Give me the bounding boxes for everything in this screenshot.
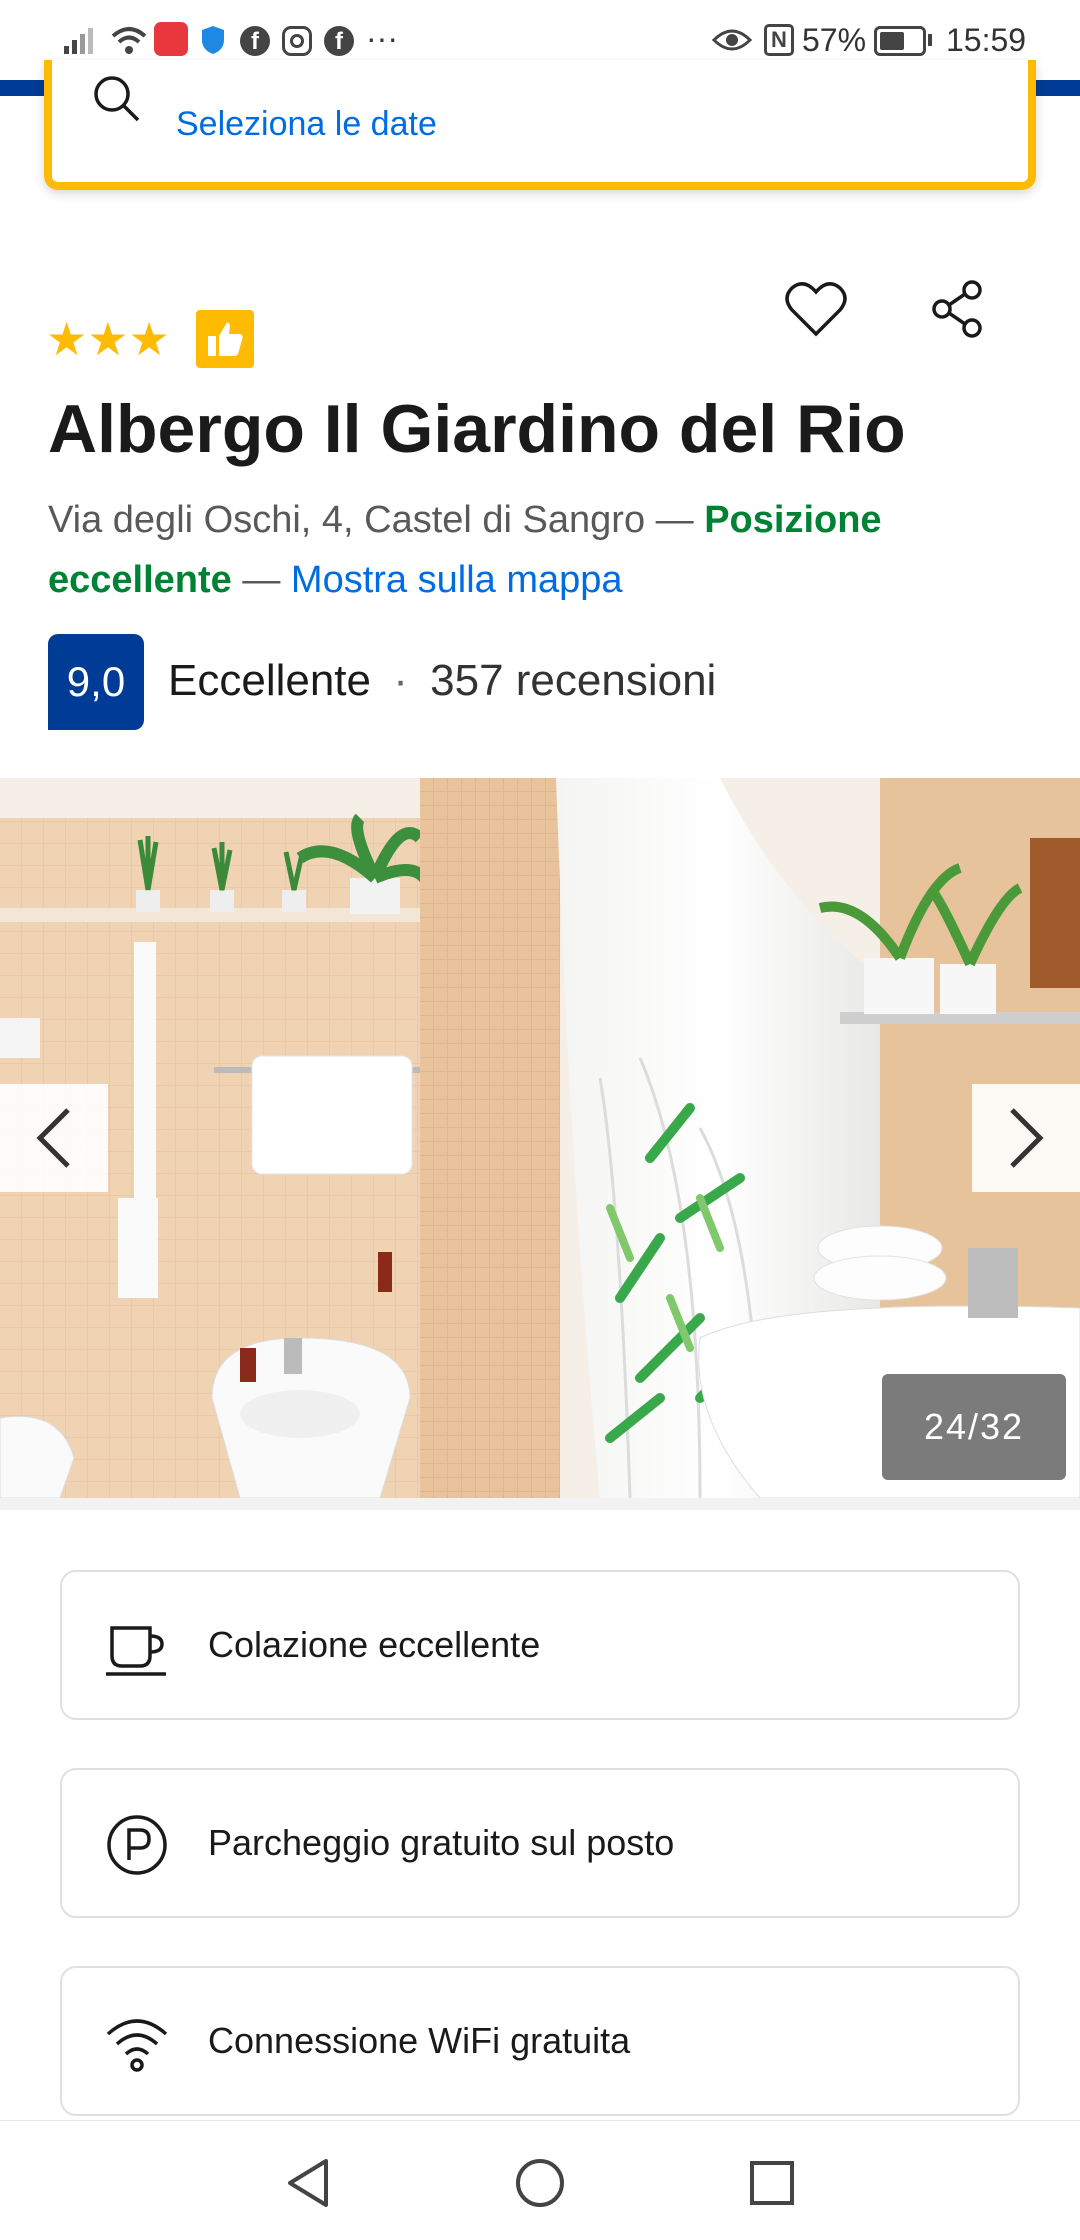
chevron-right-icon [1010,1108,1044,1168]
divider [0,1498,1080,1510]
previous-photo-button[interactable] [0,1084,108,1192]
eye-icon [712,29,752,51]
huawei-app-icon [154,22,188,56]
coffee-cup-icon [106,1626,166,1676]
instagram-icon [282,26,312,56]
system-navigation-bar [0,2120,1080,2240]
wifi-status-icon [111,27,147,54]
dot-separator: · [393,656,408,705]
more-notifications: ··· [366,20,398,56]
recent-apps-icon[interactable] [748,2159,796,2207]
next-photo-button[interactable] [972,1084,1080,1192]
hotel-photo-gallery[interactable]: 24/32 [0,778,1080,1498]
review-score-badge: 9,0 [48,634,144,730]
back-icon[interactable] [284,2157,332,2209]
separator: — [655,499,694,541]
battery-icon [874,26,926,56]
heart-icon[interactable] [784,280,848,340]
share-icon[interactable] [928,278,990,340]
hotel-address: Via degli Oschi, 4, Castel di Sangro [48,499,646,541]
facility-label: Colazione eccellente [208,1624,541,1665]
score-label: Eccellente [168,656,372,705]
facility-card[interactable]: Colazione eccellente [60,1570,1020,1720]
facility-label: Parcheggio gratuito sul posto [208,1822,675,1863]
parking-icon [107,1815,167,1875]
star-icon: ★ [128,313,170,365]
show-on-map-link[interactable]: Mostra sulla mappa [291,559,623,601]
separator: — [242,559,281,601]
facility-label: Connessione WiFi gratuita [208,2020,631,2061]
facility-card[interactable]: Connessione WiFi gratuita [60,1966,1020,2116]
facebook-icon: f [324,26,354,56]
review-count: 357 recensioni [430,656,717,705]
facebook-icon: f [240,26,270,56]
hotel-name: Albergo Il Giardino del Rio [48,391,906,467]
battery-percent: 57% [802,22,867,58]
photo-counter: 24/32 [882,1374,1066,1480]
rating-summary[interactable]: Eccellente · 357 recensioni [168,656,716,706]
search-icon [94,76,140,122]
preferred-partner-badge [196,310,254,368]
star-icon: ★ [46,313,88,365]
chevron-left-icon [36,1108,70,1168]
clock: 15:59 [946,22,1027,58]
star-rating: ★★★ [46,316,170,362]
star-icon: ★ [87,313,129,365]
signal-icon [64,28,93,54]
address-line: Via degli Oschi, 4, Castel di Sangro — P… [48,490,1008,610]
shield-icon [202,26,224,54]
facility-card[interactable]: Parcheggio gratuito sul posto [60,1768,1020,1918]
select-dates-link[interactable]: Seleziona le date [176,105,437,144]
nfc-icon: N [764,24,794,56]
wifi-icon [106,2019,168,2072]
home-icon[interactable] [514,2157,566,2209]
thumbs-up-icon [208,322,243,356]
